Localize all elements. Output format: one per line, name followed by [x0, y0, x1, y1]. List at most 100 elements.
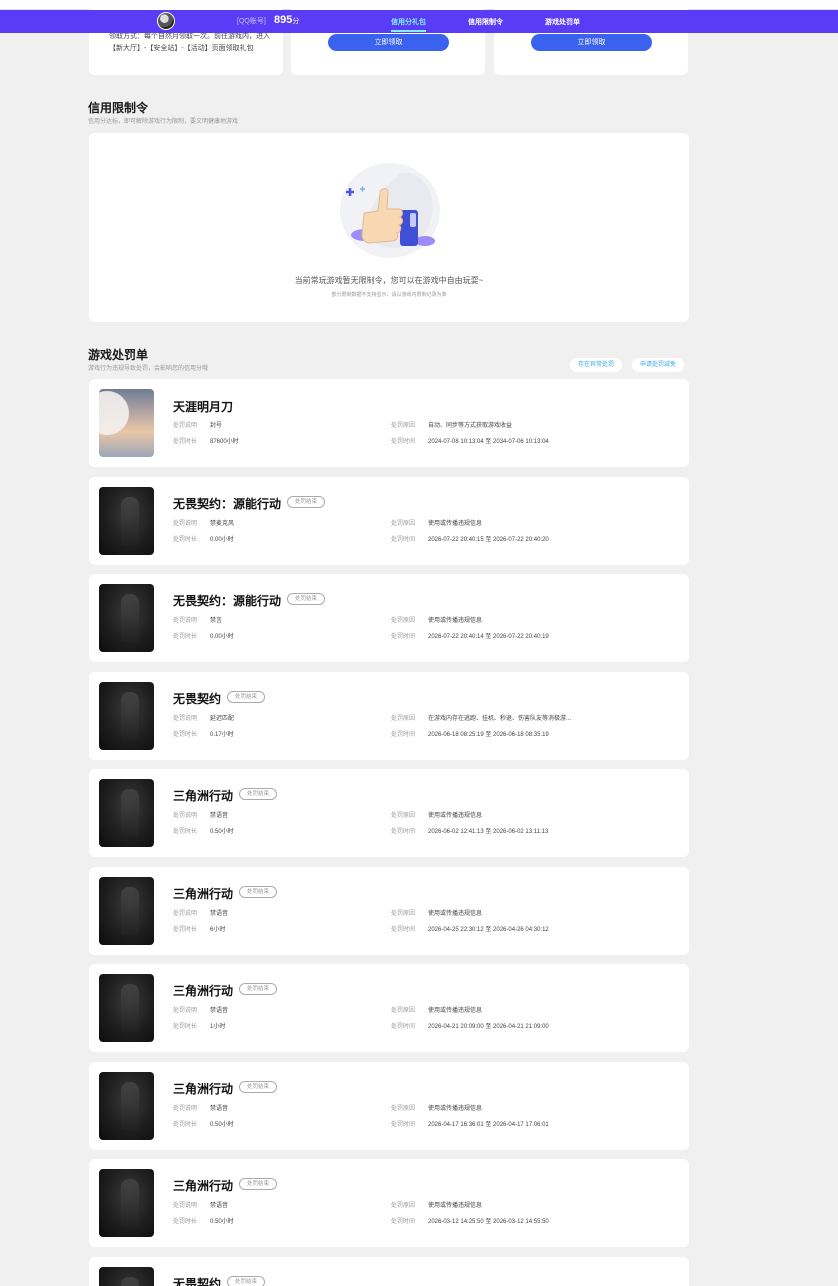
- nav-credit-gift[interactable]: 信用分礼包: [391, 17, 426, 27]
- penalty-desc-label: 处罚说明: [173, 521, 198, 527]
- penalty-time-value: 2026-04-17 16:36:01 至 2026-04-17 17:06:0…: [428, 1122, 549, 1128]
- penalty-status-badge: 处罚结束: [287, 593, 326, 605]
- penalty-reason-value: 在游戏内存在逃跑、挂机、秒退、伤害队友等消极游...: [428, 716, 572, 722]
- penalty-card[interactable]: 无畏契约：源能行动 处罚结束 处罚说明 禁言 处罚时长 0.00小时 处罚原因 使用或传播违规…: [89, 574, 689, 662]
- penalty-reason-value: 使用或传播违规信息: [428, 1203, 483, 1209]
- penalty-card[interactable]: 无畏契约 处罚结束: [89, 1257, 689, 1286]
- penalty-duration-value: 0.50小时: [210, 1219, 234, 1225]
- top-nav-bar: [QQ账号] 895分 信用分礼包 信用限制令 游戏处罚单: [0, 10, 838, 33]
- game-cover-image: [99, 974, 154, 1042]
- penalty-time-value: 2026-04-25 22:30:12 至 2026-04-26 04:30:1…: [428, 927, 549, 933]
- penalty-card[interactable]: 三角洲行动 处罚结束 处罚说明 禁语音 处罚时长 1小时 处罚原因 使用或传播违规信息 处罚时间…: [89, 964, 689, 1052]
- penalty-card[interactable]: 天涯明月刀 处罚说明 封号 处罚时长 87600小时 处罚原因 自动、同步等方式获取游戏收益…: [89, 379, 689, 467]
- nav-active-indicator: [391, 30, 426, 32]
- thumbs-up-illustration: [340, 163, 440, 258]
- avatar[interactable]: [157, 12, 175, 30]
- penalty-desc-label: 处罚说明: [173, 911, 198, 917]
- abnormal-penalty-link[interactable]: 存在异常处罚: [570, 358, 623, 372]
- penalty-desc-value: 禁麦克风: [210, 521, 235, 527]
- restriction-title: 信用限制令: [88, 101, 149, 115]
- penalty-status-badge: 处罚结束: [239, 788, 278, 800]
- penalty-status-badge: 处罚结束: [239, 1081, 278, 1093]
- penalty-duration-label: 处罚时长: [173, 634, 198, 640]
- penalty-desc-label: 处罚说明: [173, 813, 198, 819]
- penalty-time-value: 2026-07-22 20:40:15 至 2026-07-22 20:40:2…: [428, 537, 549, 543]
- game-cover-image: [99, 389, 154, 457]
- penalty-reason-value: 使用或传播违规信息: [428, 1008, 483, 1014]
- penalty-reason-label: 处罚原因: [391, 423, 416, 429]
- penalty-time-value: 2026-04-21 20:09:00 至 2026-04-21 21:09:0…: [428, 1024, 549, 1030]
- game-title: 三角洲行动: [173, 789, 234, 803]
- penalty-reason-label: 处罚原因: [391, 618, 416, 624]
- penalty-reason-label: 处罚原因: [391, 1008, 416, 1014]
- penalty-desc-value: 禁言: [210, 618, 223, 624]
- game-cover-image: [99, 877, 154, 945]
- penalty-time-label: 处罚时间: [391, 439, 416, 445]
- penalty-time-value: 2026-07-22 20:40:14 至 2026-07-22 20:40:1…: [428, 634, 549, 640]
- penalty-duration-label: 处罚时长: [173, 829, 198, 835]
- penalty-reason-label: 处罚原因: [391, 911, 416, 917]
- restriction-empty-message: 当前常玩游戏暂无限制令，您可以在游戏中自由玩耍~: [294, 276, 484, 285]
- game-cover-image: [99, 487, 154, 555]
- game-title: 无畏契约: [173, 692, 222, 706]
- penalty-time-label: 处罚时间: [391, 927, 416, 933]
- penalty-duration-value: 0.00小时: [210, 634, 234, 640]
- penalty-reason-value: 使用或传播违规信息: [428, 521, 483, 527]
- penalty-desc-value: 延迟匹配: [210, 716, 235, 722]
- penalty-desc-value: 禁语音: [210, 1203, 229, 1209]
- game-title: 三角洲行动: [173, 1082, 234, 1096]
- penalty-reason-label: 处罚原因: [391, 1106, 416, 1112]
- penalty-status-badge: 处罚结束: [227, 1276, 266, 1286]
- penalty-desc-value: 禁语音: [210, 911, 229, 917]
- apply-reduction-link[interactable]: 申请处罚减免: [632, 358, 685, 372]
- penalty-time-label: 处罚时间: [391, 1122, 416, 1128]
- claim-button-1[interactable]: 立即领取: [328, 34, 449, 51]
- game-title: 无畏契约: [173, 1277, 222, 1286]
- penalty-card[interactable]: 无畏契约：源能行动 处罚结束 处罚说明 禁麦克风 处罚时长 0.00小时 处罚原因 使用或传播…: [89, 477, 689, 565]
- game-cover-image: [99, 584, 154, 652]
- game-cover-image: [99, 1072, 154, 1140]
- penalty-desc-value: 封号: [210, 423, 223, 429]
- penalty-card[interactable]: 三角洲行动 处罚结束 处罚说明 禁语音 处罚时长 6小时 处罚原因 使用或传播违规信息 处罚时间…: [89, 867, 689, 955]
- penalty-reason-value: 使用或传播违规信息: [428, 618, 483, 624]
- game-cover-image: [99, 682, 154, 750]
- penalty-desc-value: 禁语音: [210, 1106, 229, 1112]
- penalty-time-label: 处罚时间: [391, 537, 416, 543]
- game-title: 三角洲行动: [173, 1179, 234, 1193]
- penalty-duration-label: 处罚时长: [173, 1122, 198, 1128]
- penalty-card[interactable]: 无畏契约 处罚结束 处罚说明 延迟匹配 处罚时长 0.17小时 处罚原因 在游戏内存在逃跑、挂…: [89, 672, 689, 760]
- penalty-desc-label: 处罚说明: [173, 1203, 198, 1209]
- nav-credit-restriction[interactable]: 信用限制令: [468, 17, 503, 27]
- penalty-duration-label: 处罚时长: [173, 1024, 198, 1030]
- game-title: 三角洲行动: [173, 887, 234, 901]
- penalty-desc-label: 处罚说明: [173, 1008, 198, 1014]
- penalty-status-badge: 处罚结束: [239, 1178, 278, 1190]
- penalty-reason-value: 使用或传播违规信息: [428, 1106, 483, 1112]
- game-title: 无畏契约：源能行动: [173, 497, 282, 511]
- penalty-reason-label: 处罚原因: [391, 716, 416, 722]
- penalty-reason-label: 处罚原因: [391, 813, 416, 819]
- game-title: 无畏契约：源能行动: [173, 594, 282, 608]
- penalty-title: 游戏处罚单: [88, 348, 149, 362]
- penalty-reason-value: 使用或传播违规信息: [428, 813, 483, 819]
- penalty-desc-label: 处罚说明: [173, 1106, 198, 1112]
- credit-score-unit: 分: [292, 18, 300, 25]
- restriction-subtitle: 信用分达标，即可解除游戏行为限制，要文明健康地游戏: [88, 119, 239, 125]
- game-cover-image: [99, 1169, 154, 1237]
- penalty-card[interactable]: 三角洲行动 处罚结束 处罚说明 禁语音 处罚时长 0.50小时 处罚原因 使用或传播违规信息处…: [89, 1159, 689, 1247]
- penalty-card[interactable]: 三角洲行动 处罚结束 处罚说明 禁语音 处罚时长 0.50小时 处罚原因 使用或传播违规信息处…: [89, 769, 689, 857]
- nav-game-penalty[interactable]: 游戏处罚单: [545, 17, 580, 27]
- penalty-card[interactable]: 三角洲行动 处罚结束 处罚说明 禁语音 处罚时长 0.50小时 处罚原因 使用或传播违规信息处…: [89, 1062, 689, 1150]
- penalty-duration-value: 0.00小时: [210, 537, 234, 543]
- credit-score-value: 895: [274, 14, 293, 26]
- penalty-time-label: 处罚时间: [391, 732, 416, 738]
- claim-button-2[interactable]: 立即领取: [531, 34, 652, 51]
- gift-method-text: 领取方式：每个自然月领取一次。前往游戏内，进入【新大厅】-【安全站】-【活动】页…: [109, 33, 270, 52]
- penalty-time-value: 2024-07-08 10:13:04 至 2034-07-06 10:13:0…: [428, 439, 549, 445]
- penalty-duration-value: 0.50小时: [210, 829, 234, 835]
- penalty-duration-value: 87600小时: [210, 439, 239, 445]
- penalty-desc-value: 禁语音: [210, 1008, 229, 1014]
- restriction-empty-note: 部分限制数据不支持显示，请以游戏内限制记录为准: [331, 292, 447, 298]
- penalty-status-badge: 处罚结束: [227, 691, 266, 703]
- penalty-time-label: 处罚时间: [391, 634, 416, 640]
